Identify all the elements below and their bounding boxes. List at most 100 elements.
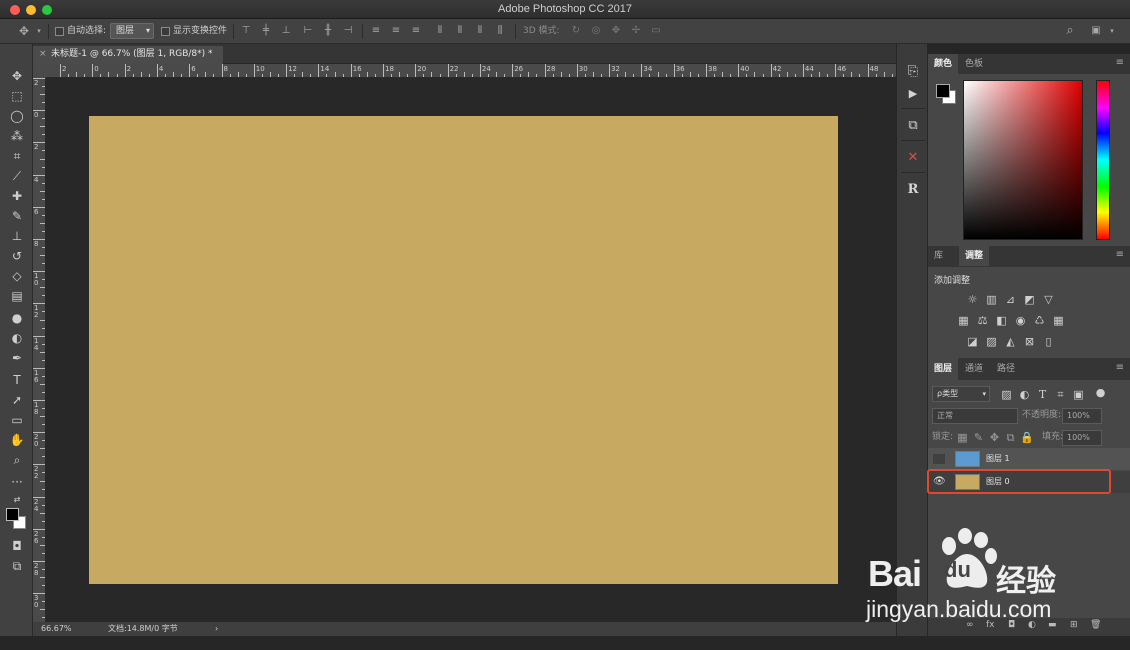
- delete-layer-icon[interactable]: 🗑: [1090, 620, 1101, 630]
- threshold-icon[interactable]: ◭: [1004, 335, 1017, 348]
- hand-tool-icon[interactable]: ✋: [8, 432, 26, 448]
- 3d-scale-icon[interactable]: ▭: [650, 25, 662, 37]
- layer-name[interactable]: 图层 1: [986, 448, 1010, 470]
- search-icon[interactable]: ⌕: [1064, 24, 1076, 37]
- move-tool-icon[interactable]: ✥: [8, 68, 26, 84]
- distribute-hcenter-icon[interactable]: ⦀: [454, 25, 466, 37]
- photo-filter-icon[interactable]: ◉: [1014, 314, 1027, 327]
- horizontal-ruler[interactable]: 2 0 2 4 6 8 10 12 14 16 18 20 22 24 26 28 30 32 34 36 38 40 42…: [46, 64, 896, 78]
- tab-adjustments[interactable]: 调整: [959, 246, 990, 266]
- channel-mixer-icon[interactable]: ♺: [1033, 314, 1046, 327]
- blend-mode-dropdown[interactable]: 正常: [932, 408, 1018, 424]
- align-top-icon[interactable]: ⊤: [240, 25, 252, 37]
- marquee-tool-icon[interactable]: ⬚: [8, 88, 26, 104]
- distribute-bottom-icon[interactable]: ≡: [410, 25, 422, 37]
- brightness-icon[interactable]: ☼: [966, 293, 979, 306]
- tab-libraries[interactable]: 库: [928, 246, 949, 266]
- status-menu-arrow[interactable]: ›: [215, 622, 218, 636]
- vibrance-icon[interactable]: ▽: [1042, 293, 1055, 306]
- levels-icon[interactable]: ▥: [985, 293, 998, 306]
- auto-select-checkbox[interactable]: [55, 27, 64, 36]
- filter-shape-icon[interactable]: ⌗: [1054, 388, 1067, 401]
- canvas-workspace[interactable]: [46, 78, 896, 622]
- close-icon[interactable]: ×: [39, 46, 47, 63]
- plugin-r-icon[interactable]: R: [903, 180, 923, 200]
- zoom-tool-icon[interactable]: ⌕: [8, 452, 26, 468]
- fill-input[interactable]: 100%: [1062, 430, 1102, 446]
- auto-align-icon[interactable]: ⫼: [494, 25, 506, 37]
- type-tool-icon[interactable]: T: [8, 372, 26, 388]
- path-select-tool-icon[interactable]: ➚: [8, 392, 26, 408]
- 3d-slide-icon[interactable]: ✢: [630, 25, 642, 37]
- document-tab[interactable]: × 未标题-1 @ 66.7% (图层 1, RGB/8*) *: [33, 46, 223, 64]
- 3d-pan-icon[interactable]: ✥: [610, 25, 622, 37]
- lasso-tool-icon[interactable]: ◯: [8, 108, 26, 124]
- chevron-down-icon[interactable]: ▾: [33, 25, 45, 37]
- new-layer-icon[interactable]: ⊞: [1070, 620, 1078, 630]
- filter-toggle-icon[interactable]: ●: [1094, 386, 1107, 399]
- 3d-roll-icon[interactable]: ◎: [590, 25, 602, 37]
- panel-menu-icon[interactable]: ≡: [1116, 57, 1124, 68]
- history-icon[interactable]: ⎘: [903, 62, 923, 82]
- layer-row[interactable]: 👁 图层 0: [927, 469, 1130, 494]
- filter-type-icon[interactable]: T: [1036, 388, 1049, 401]
- show-transform-checkbox[interactable]: [161, 27, 170, 36]
- gradient-map-icon[interactable]: ▯: [1042, 335, 1055, 348]
- move-tool-icon[interactable]: ✥: [18, 25, 30, 37]
- distribute-top-icon[interactable]: ≡: [370, 25, 382, 37]
- filter-pixel-icon[interactable]: ▨: [1000, 388, 1013, 401]
- layer-row[interactable]: 图层 1: [928, 448, 1130, 470]
- filter-adjustment-icon[interactable]: ◐: [1018, 388, 1031, 401]
- dodge-tool-icon[interactable]: ◐: [8, 330, 26, 346]
- hue-slider[interactable]: [1096, 80, 1110, 240]
- color-lookup-icon[interactable]: ▦: [1052, 314, 1065, 327]
- align-bottom-icon[interactable]: ⊥: [280, 25, 292, 37]
- tab-channels[interactable]: 通道: [959, 358, 989, 380]
- distribute-right-icon[interactable]: ⦀: [474, 25, 486, 37]
- history-brush-tool-icon[interactable]: ↺: [8, 248, 26, 264]
- panel-menu-icon[interactable]: ≡: [1116, 249, 1124, 260]
- eyedropper-tool-icon[interactable]: ⟋: [8, 168, 26, 184]
- tab-color[interactable]: 颜色: [928, 54, 959, 74]
- workspace-icon[interactable]: ▣: [1090, 25, 1102, 37]
- opacity-input[interactable]: 100%: [1062, 408, 1102, 424]
- align-left-icon[interactable]: ⊢: [302, 25, 314, 37]
- distribute-vcenter-icon[interactable]: ≡: [390, 25, 402, 37]
- swap-colors-icon[interactable]: ⇄: [8, 492, 26, 508]
- vertical-ruler[interactable]: 2024681 01 21 41 61 82 02 22 42 62 83 03…: [33, 78, 46, 622]
- screen-mode-icon[interactable]: ⧉: [8, 558, 26, 574]
- lock-image-icon[interactable]: ✎: [972, 431, 985, 444]
- stamp-tool-icon[interactable]: ⊥: [8, 228, 26, 244]
- layer-visibility-toggle[interactable]: [933, 454, 945, 464]
- curves-icon[interactable]: ⊿: [1004, 293, 1017, 306]
- 3d-rotate-icon[interactable]: ↻: [570, 25, 582, 37]
- filter-smart-object-icon[interactable]: ▣: [1072, 388, 1085, 401]
- hue-saturation-icon[interactable]: ▦: [957, 314, 970, 327]
- zoom-level[interactable]: 66.67%: [41, 622, 72, 636]
- crop-tool-icon[interactable]: ⌗: [8, 148, 26, 164]
- align-hcenter-icon[interactable]: ╫: [322, 25, 334, 37]
- panel-menu-icon[interactable]: ≡: [1116, 362, 1124, 373]
- color-balance-icon[interactable]: ⚖: [976, 314, 989, 327]
- rectangle-tool-icon[interactable]: ▭: [8, 412, 26, 428]
- black-white-icon[interactable]: ◧: [995, 314, 1008, 327]
- tab-layers[interactable]: 图层: [928, 358, 959, 380]
- pen-tool-icon[interactable]: ✒: [8, 350, 26, 366]
- healing-brush-tool-icon[interactable]: ✚: [8, 188, 26, 204]
- lock-position-icon[interactable]: ✥: [988, 431, 1001, 444]
- layer-filter-dropdown[interactable]: ρ类型 ▾: [932, 386, 990, 402]
- quick-select-tool-icon[interactable]: ⁂: [8, 128, 26, 144]
- exposure-icon[interactable]: ◩: [1023, 293, 1036, 306]
- selective-color-icon[interactable]: ⊠: [1023, 335, 1036, 348]
- blur-tool-icon[interactable]: ●: [8, 310, 26, 326]
- tab-paths[interactable]: 路径: [991, 358, 1021, 380]
- tab-swatches[interactable]: 色板: [959, 54, 989, 74]
- document-canvas[interactable]: [89, 116, 838, 584]
- lock-artboard-icon[interactable]: ⧉: [1004, 431, 1017, 444]
- more-tools-icon[interactable]: ···: [8, 474, 26, 490]
- foreground-color-swatch[interactable]: [936, 84, 950, 98]
- foreground-color-swatch[interactable]: [6, 508, 19, 521]
- align-right-icon[interactable]: ⊣: [342, 25, 354, 37]
- distribute-left-icon[interactable]: ⦀: [434, 25, 446, 37]
- plugin-x-icon[interactable]: ✕: [903, 148, 923, 168]
